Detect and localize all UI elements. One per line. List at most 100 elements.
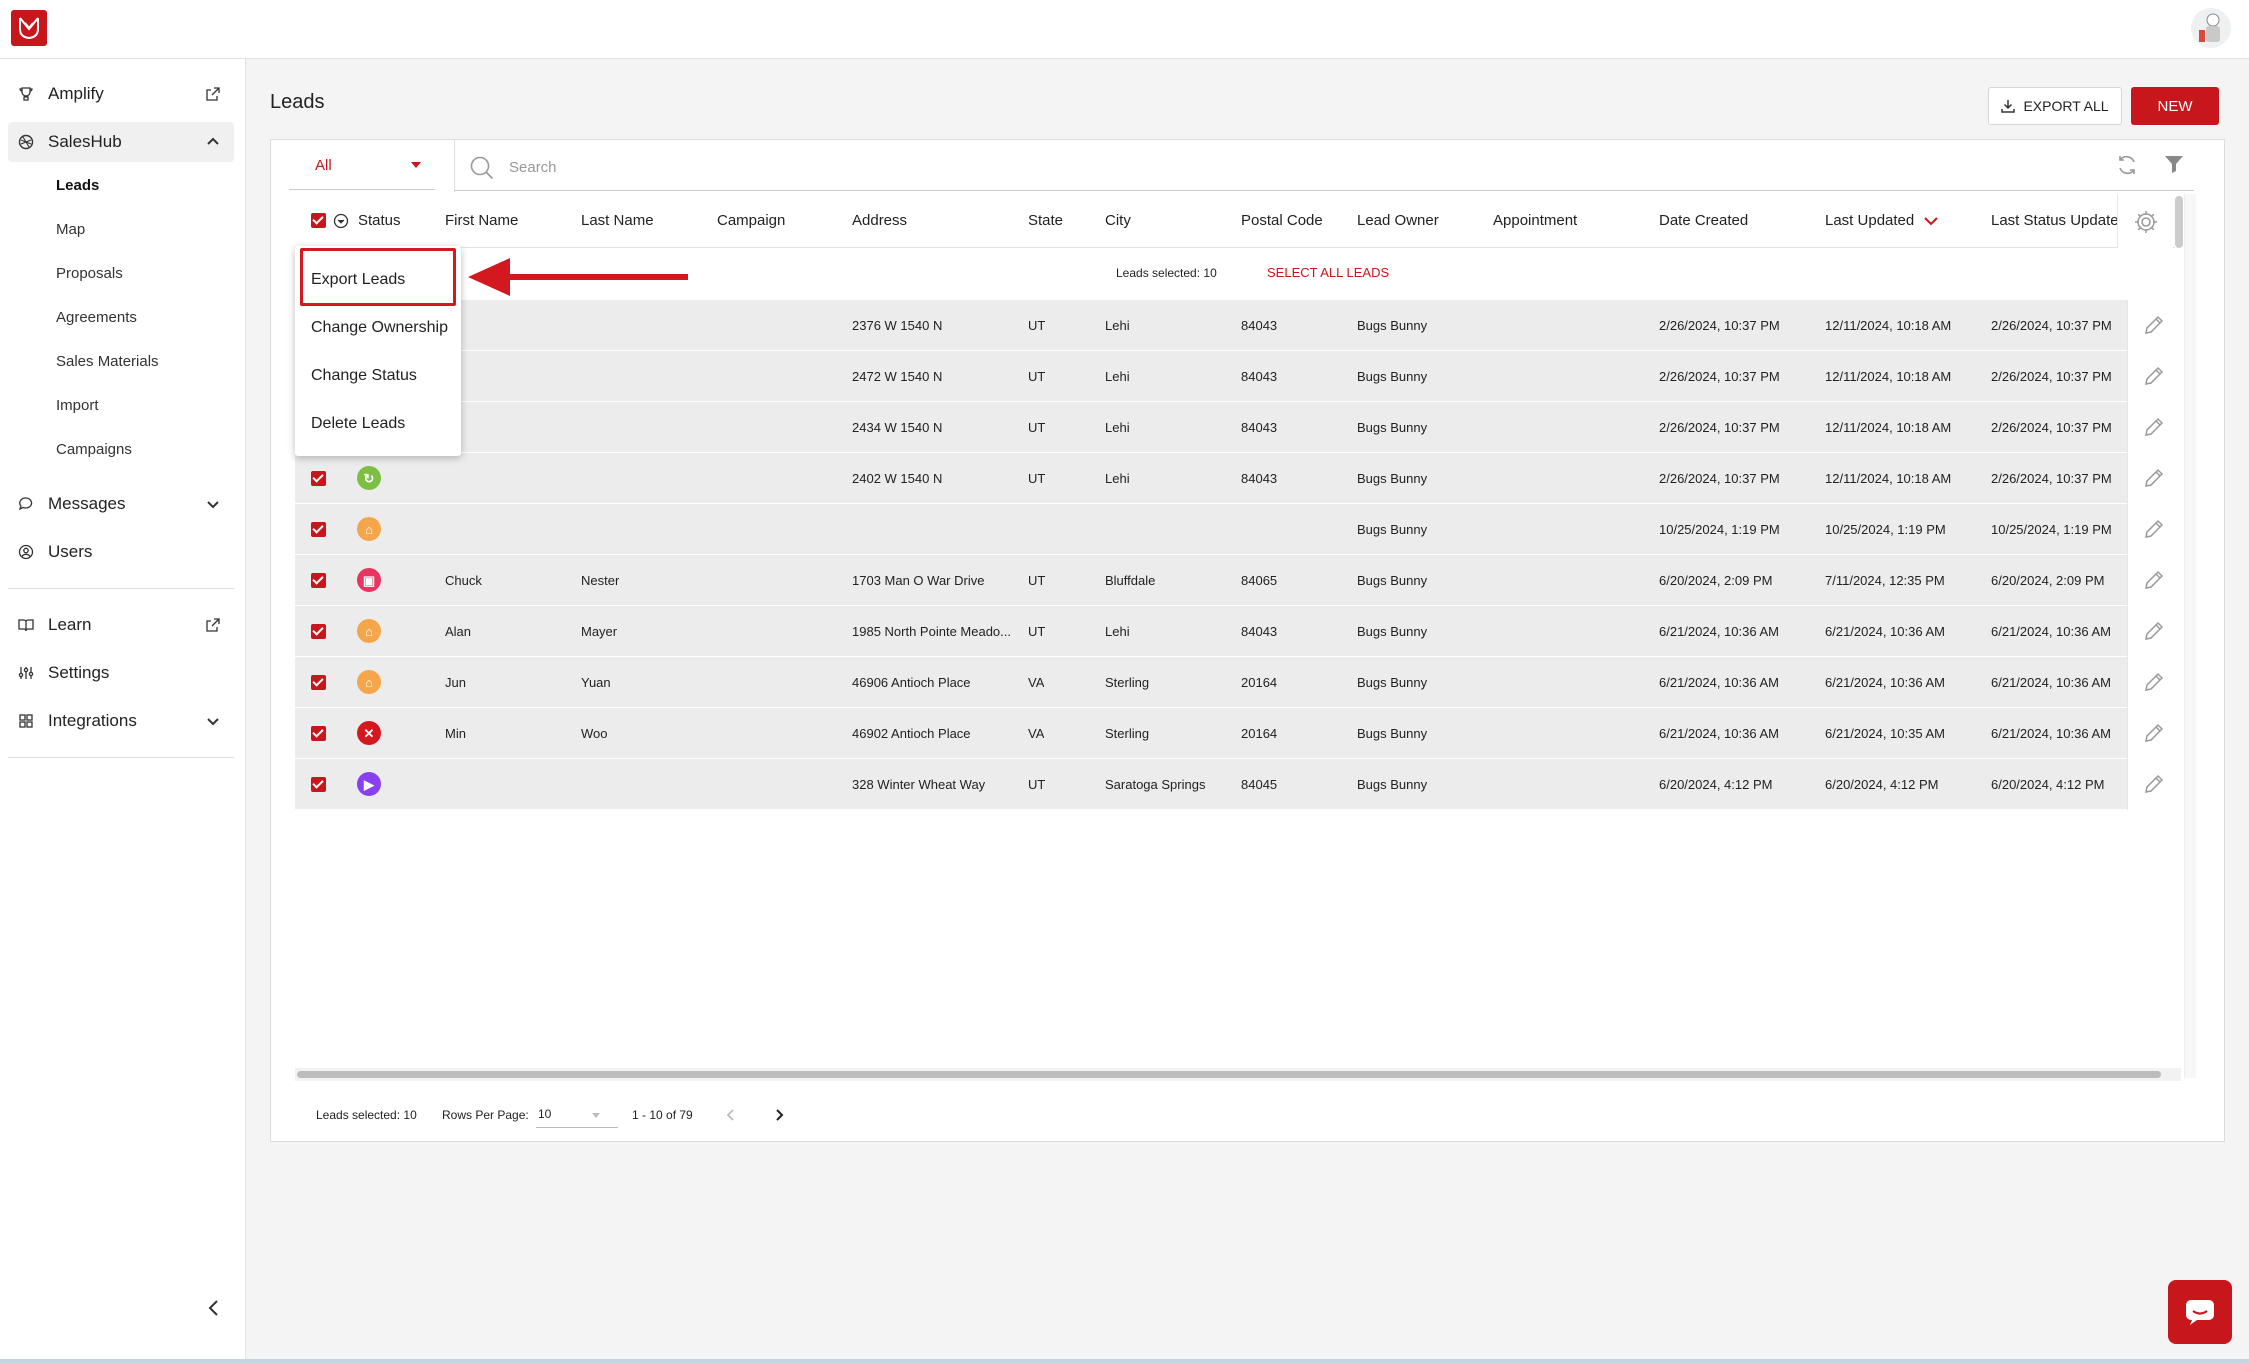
sidebar-subitem-sales-materials[interactable]: Sales Materials bbox=[56, 350, 159, 374]
status-refresh-icon[interactable]: ↻ bbox=[357, 466, 381, 490]
table-row[interactable]: ▣ Chuck Nester 1703 Man O War Drive UT Bluffd… bbox=[295, 555, 2127, 606]
export-all-button[interactable]: EXPORT ALL bbox=[1988, 87, 2122, 125]
filter-icon[interactable] bbox=[2163, 153, 2185, 180]
refresh-icon[interactable] bbox=[2115, 153, 2139, 182]
status-home-icon[interactable]: ⌂ bbox=[357, 670, 381, 694]
sidebar-item-saleshub[interactable]: SalesHub bbox=[8, 122, 234, 162]
column-header-city[interactable]: City bbox=[1105, 194, 1131, 248]
sidebar-item-amplify[interactable]: Amplify bbox=[8, 74, 234, 114]
logo[interactable] bbox=[11, 10, 47, 46]
edit-row-button[interactable] bbox=[2127, 402, 2177, 453]
status-home-icon[interactable]: ⌂ bbox=[357, 619, 381, 643]
row-checkbox[interactable] bbox=[311, 675, 326, 690]
table-row[interactable]: 2472 W 1540 N UT Lehi 84043 Bugs Bunny 2/26/2… bbox=[295, 351, 2127, 402]
sidebar-subitem-leads[interactable]: Leads bbox=[56, 174, 99, 198]
prev-page-icon[interactable] bbox=[725, 1108, 737, 1122]
sidebar-subitem-map[interactable]: Map bbox=[56, 218, 85, 242]
column-header-last-status-update[interactable]: Last Status Update bbox=[1991, 194, 2119, 248]
table-row[interactable]: 2434 W 1540 N UT Lehi 84043 Bugs Bunny 2/26/2… bbox=[295, 402, 2127, 453]
column-header-postal-code[interactable]: Postal Code bbox=[1241, 194, 1323, 248]
next-page-icon[interactable] bbox=[773, 1108, 785, 1122]
chat-bubble-icon bbox=[16, 494, 36, 514]
edit-row-button[interactable] bbox=[2127, 606, 2177, 657]
menu-item-delete-leads[interactable]: Delete Leads bbox=[311, 412, 405, 436]
status-filter-value: All bbox=[315, 157, 332, 174]
table-row[interactable]: ✕ Min Woo 46902 Antioch Place VA Sterling 2016… bbox=[295, 708, 2127, 759]
table-row[interactable]: ⌂ Alan Mayer 1985 North Pointe Meado... UT Le… bbox=[295, 606, 2127, 657]
edit-row-button[interactable] bbox=[2127, 657, 2177, 708]
collapse-sidebar-button[interactable] bbox=[202, 1296, 226, 1320]
cell-state: UT bbox=[1028, 471, 1046, 486]
pencil-icon bbox=[2145, 519, 2164, 538]
status-truck-icon[interactable]: ▶ bbox=[357, 772, 381, 796]
select-all-checkbox[interactable] bbox=[311, 213, 326, 228]
edit-row-button[interactable] bbox=[2127, 504, 2177, 555]
vertical-scrollbar-track[interactable] bbox=[2184, 194, 2196, 1078]
edit-row-button[interactable] bbox=[2127, 453, 2177, 504]
external-link-icon bbox=[202, 614, 224, 636]
edit-row-button[interactable] bbox=[2127, 708, 2177, 759]
row-checkbox[interactable] bbox=[311, 573, 326, 588]
sidebar-subitem-proposals[interactable]: Proposals bbox=[56, 262, 123, 286]
bulk-actions-toggle-icon[interactable] bbox=[333, 213, 349, 229]
sidebar-item-settings[interactable]: Settings bbox=[8, 653, 234, 693]
cell-state: VA bbox=[1028, 726, 1045, 741]
edit-row-button[interactable] bbox=[2127, 759, 2177, 810]
column-header-appointment[interactable]: Appointment bbox=[1493, 194, 1577, 248]
column-header-last-name[interactable]: Last Name bbox=[581, 194, 654, 248]
row-checkbox[interactable] bbox=[311, 726, 326, 741]
menu-item-change-ownership[interactable]: Change Ownership bbox=[311, 316, 448, 340]
column-header-status[interactable]: Status bbox=[358, 194, 401, 248]
status-calendar-icon[interactable]: ▣ bbox=[357, 568, 381, 592]
vertical-scrollbar-thumb[interactable] bbox=[2175, 196, 2183, 248]
sidebar-item-users[interactable]: Users bbox=[8, 532, 234, 572]
sidebar-subitem-agreements[interactable]: Agreements bbox=[56, 306, 137, 330]
column-header-date-created[interactable]: Date Created bbox=[1659, 194, 1748, 248]
cell-updated: 12/11/2024, 10:18 AM bbox=[1825, 420, 1952, 435]
rows-per-page-select[interactable]: 10 bbox=[536, 1100, 618, 1128]
column-settings-button[interactable] bbox=[2117, 194, 2173, 248]
table-row[interactable]: ⌂ Jun Yuan 46906 Antioch Place VA Sterling 201… bbox=[295, 657, 2127, 708]
column-header-lead-owner[interactable]: Lead Owner bbox=[1357, 194, 1439, 248]
table-row[interactable]: ↻ 2402 W 1540 N UT Lehi 84043 Bugs Bunny 2/26/… bbox=[295, 453, 2127, 504]
sidebar-item-learn[interactable]: Learn bbox=[8, 605, 234, 645]
sidebar-subitem-campaigns[interactable]: Campaigns bbox=[56, 438, 132, 462]
row-checkbox[interactable] bbox=[311, 624, 326, 639]
row-checkbox[interactable] bbox=[311, 522, 326, 537]
select-all-leads-link[interactable]: SELECT ALL LEADS bbox=[1267, 265, 1389, 280]
chat-widget-button[interactable] bbox=[2168, 1280, 2232, 1344]
sidebar-item-integrations[interactable]: Integrations bbox=[8, 701, 234, 741]
user-avatar[interactable] bbox=[2191, 8, 2231, 48]
edit-row-button[interactable] bbox=[2127, 300, 2177, 351]
sidebar-divider bbox=[8, 757, 234, 758]
edit-row-button[interactable] bbox=[2127, 555, 2177, 606]
page-title: Leads bbox=[270, 91, 325, 113]
row-checkbox[interactable] bbox=[311, 777, 326, 792]
table-row[interactable]: ⌂ Bugs Bunny 10/25/2024, 1:19 PM 10/25/2024… bbox=[295, 504, 2127, 555]
new-lead-button[interactable]: NEW bbox=[2131, 87, 2219, 125]
cell-updated: 6/20/2024, 4:12 PM bbox=[1825, 777, 1939, 792]
cell-created: 10/25/2024, 1:19 PM bbox=[1659, 522, 1780, 537]
edit-row-button[interactable] bbox=[2127, 351, 2177, 402]
cell-address: 46902 Antioch Place bbox=[852, 726, 971, 741]
sidebar-item-messages[interactable]: Messages bbox=[8, 484, 234, 524]
status-filter-select[interactable]: All bbox=[289, 140, 435, 190]
column-header-campaign[interactable]: Campaign bbox=[717, 194, 785, 248]
column-header-state[interactable]: State bbox=[1028, 194, 1063, 248]
menu-item-change-status[interactable]: Change Status bbox=[311, 364, 417, 388]
status-home-icon[interactable]: ⌂ bbox=[357, 517, 381, 541]
status-x-icon[interactable]: ✕ bbox=[357, 721, 381, 745]
table-row[interactable]: ▶ 328 Winter Wheat Way UT Saratoga Springs 8… bbox=[295, 759, 2127, 810]
cell-status-update: 2/26/2024, 10:37 PM bbox=[1991, 420, 2112, 435]
sidebar-subitem-import[interactable]: Import bbox=[56, 394, 99, 418]
user-circle-icon bbox=[16, 542, 36, 562]
row-checkbox[interactable] bbox=[311, 471, 326, 486]
table-row[interactable]: 2376 W 1540 N UT Lehi 84043 Bugs Bunny 2/26/2… bbox=[295, 300, 2127, 351]
rows-per-page-value: 10 bbox=[538, 1107, 552, 1121]
search-input[interactable] bbox=[509, 152, 1809, 182]
horizontal-scrollbar-thumb[interactable] bbox=[297, 1071, 2161, 1078]
cell-owner: Bugs Bunny bbox=[1357, 522, 1428, 537]
column-header-first-name[interactable]: First Name bbox=[445, 194, 518, 248]
column-header-last-updated[interactable]: Last Updated bbox=[1825, 194, 1939, 248]
column-header-address[interactable]: Address bbox=[852, 194, 907, 248]
